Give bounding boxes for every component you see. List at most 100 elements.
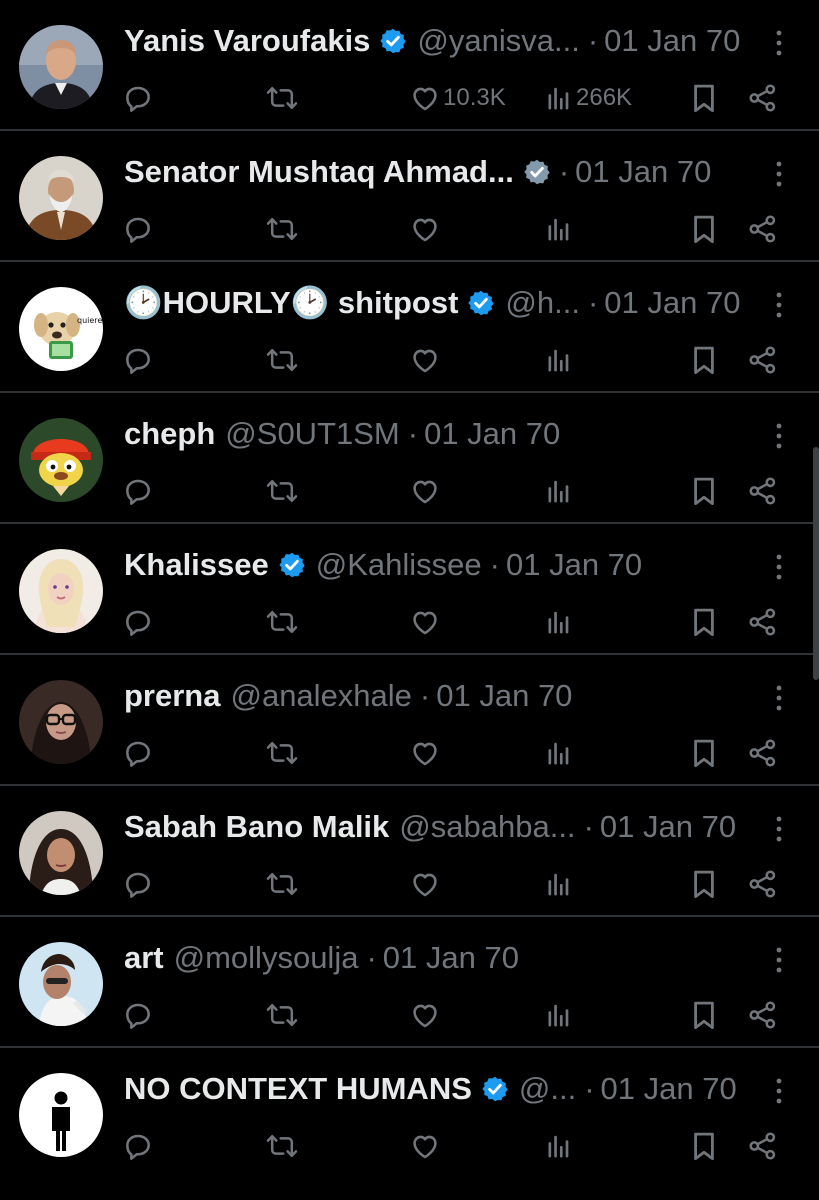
tweet-row[interactable]: quieres 🕑HOURLY🕑 shitpost @h...·01 Jan 70 — [0, 262, 819, 393]
timestamp[interactable]: 01 Jan 70 — [436, 672, 572, 720]
bookmark-button[interactable] — [690, 338, 718, 382]
bookmark-button[interactable] — [690, 731, 718, 775]
more-options-button[interactable] — [769, 421, 789, 451]
timestamp[interactable]: 01 Jan 70 — [575, 148, 711, 196]
display-name[interactable]: Yanis Varoufakis — [124, 17, 370, 65]
tweet-row[interactable]: Yanis Varoufakis @yanisva... · 01 Jan 70 10.… — [0, 0, 819, 131]
more-options-button[interactable] — [769, 28, 789, 58]
retweet-button[interactable] — [265, 207, 299, 251]
separator-dot: · — [583, 809, 594, 844]
timestamp[interactable]: 01 Jan 70 — [383, 934, 519, 982]
like-button[interactable] — [409, 600, 443, 644]
more-options-button[interactable] — [769, 159, 789, 189]
views-button[interactable]: 266K — [546, 76, 632, 120]
display-name[interactable]: cheph — [124, 410, 215, 458]
reply-button[interactable] — [122, 731, 154, 775]
bookmark-button[interactable] — [690, 862, 718, 906]
tweet-row[interactable]: Senator Mushtaq Ahmad... · 01 Jan 70 — [0, 131, 819, 262]
timestamp[interactable]: 01 Jan 70 — [604, 17, 740, 65]
display-name[interactable]: art — [124, 934, 164, 982]
bookmark-button[interactable] — [690, 207, 718, 251]
share-button[interactable] — [747, 862, 779, 906]
tweet-row[interactable]: art @mollysoulja · 01 Jan 70 — [0, 917, 819, 1048]
display-name[interactable]: NO CONTEXT HUMANS — [124, 1065, 472, 1113]
like-button[interactable] — [409, 207, 443, 251]
reply-button[interactable] — [122, 469, 154, 513]
more-options-button[interactable] — [769, 945, 789, 975]
tweet-row[interactable]: NO CONTEXT HUMANS @... · 01 Jan 70 — [0, 1048, 819, 1179]
views-button[interactable] — [546, 207, 576, 251]
more-options-button[interactable] — [769, 290, 789, 320]
tweet-row[interactable]: Sabah Bano Malik @sabahba... · 01 Jan 70 — [0, 786, 819, 917]
share-button[interactable] — [747, 76, 779, 120]
retweet-button[interactable] — [265, 993, 299, 1037]
tweet-row[interactable]: prerna @analexhale · 01 Jan 70 — [0, 655, 819, 786]
bookmark-button[interactable] — [690, 76, 718, 120]
views-button[interactable] — [546, 469, 576, 513]
more-options-button[interactable] — [769, 683, 789, 713]
like-button[interactable] — [409, 469, 443, 513]
more-options-button[interactable] — [769, 1076, 789, 1106]
views-button[interactable] — [546, 338, 576, 382]
bookmark-button[interactable] — [690, 993, 718, 1037]
like-button[interactable] — [409, 731, 443, 775]
share-button[interactable] — [747, 207, 779, 251]
views-button[interactable] — [546, 731, 576, 775]
display-name[interactable]: prerna — [124, 672, 220, 720]
user-handle[interactable]: @h... — [505, 279, 580, 327]
like-button[interactable] — [409, 338, 443, 382]
user-handle[interactable]: @mollysoulja — [174, 934, 359, 982]
timestamp[interactable]: 01 Jan 70 — [604, 279, 740, 327]
more-options-button[interactable] — [769, 814, 789, 844]
user-handle[interactable]: @Kahlissee — [316, 541, 482, 589]
scrollbar[interactable] — [813, 447, 819, 680]
like-button[interactable] — [409, 1124, 443, 1168]
bookmark-button[interactable] — [690, 1124, 718, 1168]
timestamp[interactable]: 01 Jan 70 — [424, 410, 560, 458]
views-button[interactable] — [546, 1124, 576, 1168]
share-button[interactable] — [747, 469, 779, 513]
display-name[interactable]: Sabah Bano Malik — [124, 803, 389, 851]
views-button[interactable] — [546, 600, 576, 644]
more-options-button[interactable] — [769, 552, 789, 582]
reply-button[interactable] — [122, 338, 154, 382]
retweet-button[interactable] — [265, 731, 299, 775]
reply-button[interactable] — [122, 1124, 154, 1168]
like-button[interactable]: 10.3K — [409, 76, 506, 120]
share-button[interactable] — [747, 993, 779, 1037]
retweet-button[interactable] — [265, 76, 299, 120]
share-button[interactable] — [747, 338, 779, 382]
tweet-row[interactable]: Khalissee @Kahlissee · 01 Jan 70 — [0, 524, 819, 655]
reply-button[interactable] — [122, 207, 154, 251]
display-name[interactable]: 🕑HOURLY🕑 shitpost — [124, 279, 458, 327]
share-button[interactable] — [747, 1124, 779, 1168]
reply-button[interactable] — [122, 600, 154, 644]
reply-button[interactable] — [122, 993, 154, 1037]
timestamp[interactable]: 01 Jan 70 — [506, 541, 642, 589]
timestamp[interactable]: 01 Jan 70 — [600, 803, 736, 851]
timestamp[interactable]: 01 Jan 70 — [601, 1065, 737, 1113]
user-handle[interactable]: @... — [519, 1065, 576, 1113]
share-button[interactable] — [747, 600, 779, 644]
bookmark-button[interactable] — [690, 600, 718, 644]
display-name[interactable]: Khalissee — [124, 541, 269, 589]
reply-button[interactable] — [122, 862, 154, 906]
like-button[interactable] — [409, 993, 443, 1037]
reply-button[interactable] — [122, 76, 154, 120]
retweet-button[interactable] — [265, 469, 299, 513]
retweet-button[interactable] — [265, 338, 299, 382]
retweet-button[interactable] — [265, 1124, 299, 1168]
user-handle[interactable]: @sabahba... — [399, 803, 575, 851]
share-button[interactable] — [747, 731, 779, 775]
user-handle[interactable]: @S0UT1SM — [225, 410, 399, 458]
display-name[interactable]: Senator Mushtaq Ahmad... — [124, 148, 514, 196]
user-handle[interactable]: @analexhale — [230, 672, 411, 720]
user-handle[interactable]: @yanisva... — [417, 17, 579, 65]
like-button[interactable] — [409, 862, 443, 906]
views-button[interactable] — [546, 993, 576, 1037]
tweet-row[interactable]: cheph @S0UT1SM · 01 Jan 70 — [0, 393, 819, 524]
retweet-button[interactable] — [265, 862, 299, 906]
bookmark-button[interactable] — [690, 469, 718, 513]
retweet-button[interactable] — [265, 600, 299, 644]
views-button[interactable] — [546, 862, 576, 906]
